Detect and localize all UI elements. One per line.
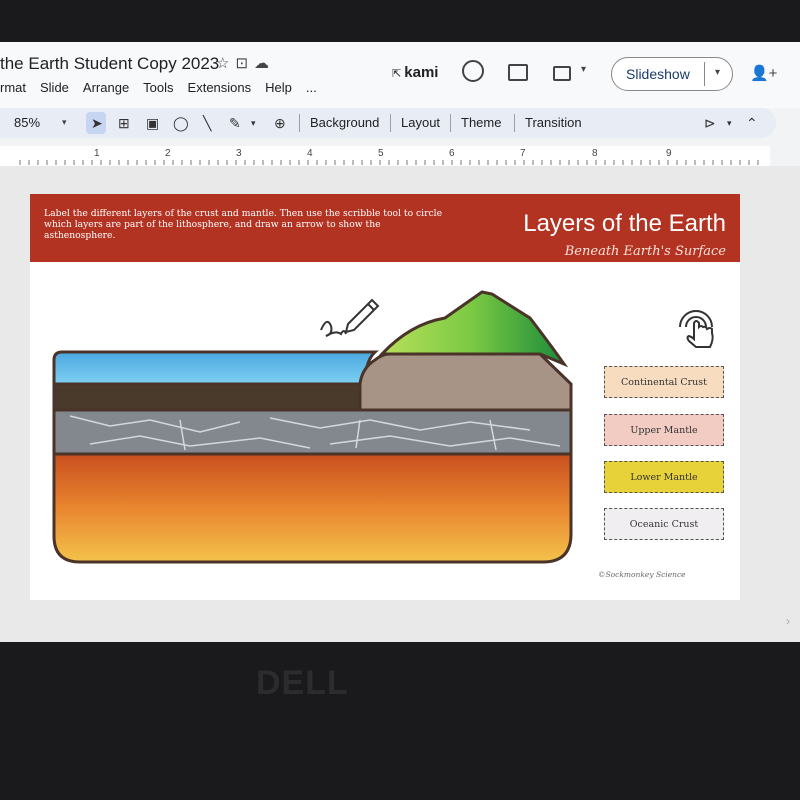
ruler-mark: 5 — [378, 148, 384, 159]
touch-gesture-icon — [679, 310, 714, 348]
menu-format[interactable]: rmat — [0, 80, 26, 95]
slideshow-label: Slideshow — [626, 66, 690, 82]
label-oceanic-crust[interactable]: Oceanic Crust — [604, 508, 724, 540]
slideshow-button[interactable]: Slideshow ▾ — [611, 57, 733, 91]
kami-label: kami — [404, 64, 439, 81]
meet-camera-icon[interactable] — [553, 66, 571, 81]
label-continental-crust[interactable]: Continental Crust — [604, 366, 724, 398]
external-link-icon: ⇱ — [392, 68, 405, 80]
scribble-icon[interactable]: ✎ — [229, 115, 241, 132]
menu-more[interactable]: ... — [306, 80, 317, 95]
slideshow-divider — [704, 62, 705, 86]
zoom-level[interactable]: 85% — [14, 115, 40, 130]
pen-dropdown-icon[interactable]: ▾ — [727, 118, 732, 129]
version-history-icon[interactable] — [462, 60, 484, 82]
comments-icon[interactable] — [508, 64, 528, 81]
horizontal-ruler: 1 2 3 4 5 6 7 8 9 — [0, 146, 770, 167]
image-icon[interactable]: ▣ — [146, 115, 159, 132]
scribble-dropdown-icon[interactable]: ▾ — [251, 118, 256, 129]
menu-extensions[interactable]: Extensions — [188, 80, 252, 95]
ruler-ticks — [19, 160, 759, 165]
line-icon[interactable]: ╲ — [203, 115, 211, 132]
dell-logo: DELL — [256, 664, 349, 702]
chevron-right-icon[interactable]: › — [786, 614, 790, 628]
cloud-status-icon[interactable]: ☁ — [254, 55, 275, 72]
ruler-mark: 6 — [449, 148, 455, 159]
menu-bar: rmat Slide Arrange Tools Extensions Help… — [0, 80, 317, 95]
layout-button[interactable]: Layout — [401, 115, 440, 130]
toolbar-divider — [450, 114, 451, 132]
toolbar-divider — [390, 114, 391, 132]
shape-icon[interactable]: ◯ — [173, 115, 189, 132]
document-title[interactable]: the Earth Student Copy 2023 — [0, 54, 219, 74]
ruler-mark: 2 — [165, 148, 171, 159]
zoom-dropdown-icon[interactable]: ▾ — [62, 117, 67, 128]
collapse-toolbar-icon[interactable]: ⌃ — [746, 115, 758, 132]
scribble-pencil-icon[interactable] — [320, 298, 380, 337]
title-icons: ☆⊡☁ — [216, 54, 275, 72]
toolbar: 85% ▾ ➤ ⊞ ▣ ◯ ╲ ✎ ▾ ⊕ Background Layout … — [0, 108, 776, 138]
menu-tools[interactable]: Tools — [143, 80, 173, 95]
ruler-mark: 4 — [307, 148, 313, 159]
ruler-mark: 8 — [592, 148, 598, 159]
upper-mantle-lithosphere-layer[interactable] — [52, 408, 573, 456]
credit-text: ©Sockmonkey Science — [598, 570, 686, 579]
background-button[interactable]: Background — [310, 115, 379, 130]
lower-mantle-layer[interactable] — [52, 452, 573, 564]
move-folder-icon[interactable]: ⊡ — [235, 55, 254, 72]
theme-button[interactable]: Theme — [461, 115, 501, 130]
slide-canvas: Label the different layers of the crust … — [0, 166, 800, 642]
ocean-water[interactable] — [52, 350, 379, 386]
title-bar: the Earth Student Copy 2023 ☆⊡☁ rmat Sli… — [0, 42, 800, 108]
star-icon[interactable]: ☆ — [216, 55, 235, 72]
transition-button[interactable]: Transition — [525, 115, 582, 130]
screen: the Earth Student Copy 2023 ☆⊡☁ rmat Sli… — [0, 42, 800, 642]
mountain[interactable] — [378, 290, 569, 368]
slideshow-dropdown-icon[interactable]: ▾ — [715, 67, 720, 78]
slide[interactable]: Label the different layers of the crust … — [30, 194, 740, 600]
insert-comment-icon[interactable]: ⊕ — [274, 115, 286, 132]
ruler-mark: 9 — [666, 148, 672, 159]
ruler-mark: 1 — [94, 148, 100, 159]
ruler-mark: 3 — [236, 148, 242, 159]
meet-dropdown-icon[interactable]: ▾ — [581, 64, 586, 75]
text-box-icon[interactable]: ⊞ — [118, 115, 130, 132]
oceanic-crust-layer[interactable] — [52, 382, 362, 412]
toolbar-divider — [514, 114, 515, 132]
select-cursor-icon[interactable]: ➤ — [91, 115, 103, 132]
menu-help[interactable]: Help — [265, 80, 292, 95]
menu-slide[interactable]: Slide — [40, 80, 69, 95]
kami-button[interactable]: ⇱ kami — [392, 64, 438, 81]
pen-cursor-icon[interactable]: ⊳ — [704, 115, 716, 132]
ruler-mark: 7 — [520, 148, 526, 159]
continental-crust-layer[interactable] — [358, 352, 573, 412]
add-person-icon[interactable]: 👤+ — [750, 64, 777, 82]
menu-arrange[interactable]: Arrange — [83, 80, 129, 95]
label-upper-mantle[interactable]: Upper Mantle — [604, 414, 724, 446]
label-lower-mantle[interactable]: Lower Mantle — [604, 461, 724, 493]
toolbar-divider — [299, 114, 300, 132]
